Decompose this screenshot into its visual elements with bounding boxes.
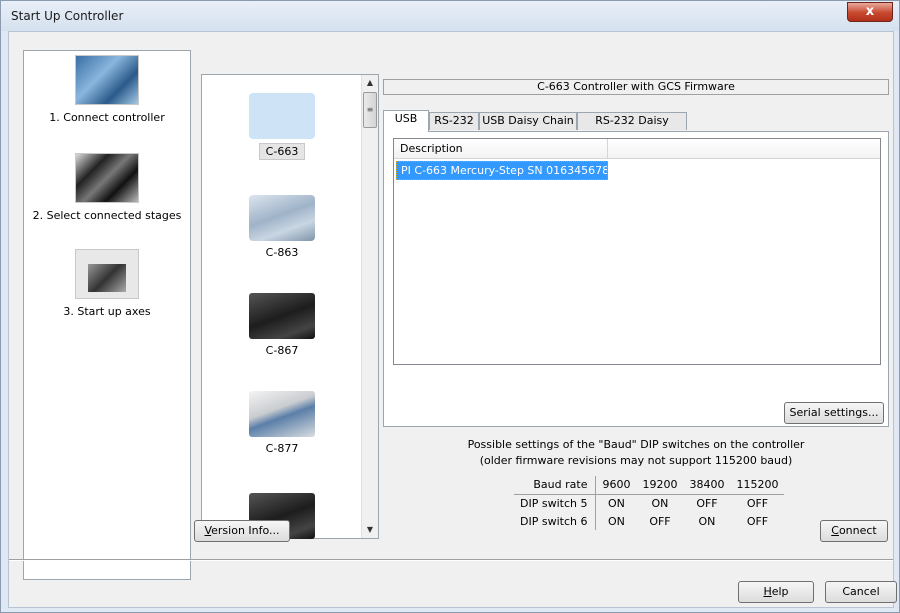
window-title: Start Up Controller [11,9,124,23]
step-label: 3. Start up axes [63,305,151,318]
help-label: elp [771,585,789,598]
steps-panel: 1. Connect controller 2. Select connecte… [23,50,191,580]
controller-name: C-663 [258,143,306,160]
baud-header-cell: 9600 [595,476,637,495]
baud-cell: ON [608,496,625,510]
step-label: 1. Connect controller [49,111,165,124]
title-bar: Start Up Controller x [1,1,899,31]
step-start-axes[interactable]: 3. Start up axes [24,249,190,318]
tab-rs232[interactable]: RS-232 [429,112,479,130]
scroll-up-icon[interactable]: ▲ [362,75,378,91]
device-list[interactable]: Description PI C-663 Mercury-Step SN 016… [393,138,881,365]
step-select-stages[interactable]: 2. Select connected stages [24,153,190,222]
controller-photo-icon [75,55,139,105]
device-list-header: Description [394,139,880,159]
baud-cell: OFF [696,496,718,510]
step-label: 2. Select connected stages [32,209,182,222]
baud-note: Possible settings of the "Baud" DIP swit… [383,437,889,469]
controller-item-c863[interactable]: C-863 [202,195,362,260]
baud-header-cell: 38400 [683,476,731,495]
connect-accesskey: C [831,524,839,537]
dialog-client-area: 1. Connect controller 2. Select connecte… [8,31,897,608]
tab-rs232-daisy-chain[interactable]: RS-232 Daisy Chain [577,112,687,143]
connect-label: onnect [838,524,877,537]
device-row[interactable]: PI C-663 Mercury-Step SN 0163456789 [396,161,608,180]
controller-banner: C-663 Controller with GCS Firmware [383,79,889,95]
controller-name: C-867 [265,344,299,357]
controller-name: C-877 [265,442,299,455]
usb-tab-panel: Description PI C-663 Mercury-Step SN 016… [383,131,889,427]
controller-c663-image [249,93,315,139]
close-icon: x [865,4,875,19]
connect-button[interactable]: Connect [820,520,888,542]
baud-cell: OFF [746,514,769,528]
tab-usb[interactable]: USB [383,110,429,132]
version-info-button[interactable]: Version Info... [194,520,290,542]
axes-chart-icon [75,249,139,299]
controller-list-scrollbar[interactable]: ▲ ≡ ▼ [361,75,378,538]
baud-cell: ON [698,514,716,528]
baud-note-line1: Possible settings of the "Baud" DIP swit… [467,438,805,451]
footer-separator [9,559,893,561]
step-connect-controller[interactable]: 1. Connect controller [24,55,190,124]
controller-c863-image [249,195,315,241]
baud-table-header-row: Baud rate 9600 19200 38400 115200 [514,476,785,495]
baud-header-cell: 19200 [636,476,684,495]
baud-dip-table: Baud rate 9600 19200 38400 115200 DIP sw… [514,476,785,530]
dialog-window: Start Up Controller x 1. Connect control… [0,0,900,613]
baud-cell: ON [608,514,625,528]
serial-settings-button[interactable]: Serial settings... [784,402,884,424]
baud-header-cell: Baud rate [514,476,597,495]
controller-item-c867[interactable]: C-867 [202,293,362,358]
baud-cell: DIP switch 5 [514,494,597,512]
baud-table-row: DIP switch 5 ON ON OFF OFF [514,494,784,512]
baud-header-cell: 115200 [730,476,785,495]
baud-note-line2: (older firmware revisions may not suppor… [479,454,793,467]
controller-c867-image [249,293,315,339]
scroll-thumb[interactable]: ≡ [363,92,377,128]
help-accesskey: H [763,585,772,598]
baud-table-row: DIP switch 6 ON OFF ON OFF [514,512,784,530]
close-button[interactable]: x [847,2,893,22]
version-info-label: ersion Info... [211,524,280,537]
baud-cell: DIP switch 6 [514,512,597,530]
baud-cell: OFF [649,514,671,528]
scroll-down-icon[interactable]: ▼ [362,522,378,538]
controller-c877-image [249,391,315,437]
controller-item-c877[interactable]: C-877 [202,391,362,456]
stages-photo-icon [75,153,139,203]
description-column-header[interactable]: Description [394,139,608,159]
baud-cell: OFF [746,496,769,510]
controller-name: C-863 [265,246,299,259]
controller-list[interactable]: C-663 C-863 C-867 C-877 ▲ ≡ ▼ [201,74,379,539]
tab-usb-daisy-chain[interactable]: USB Daisy Chain [479,112,577,130]
controller-item-c663[interactable]: C-663 [202,93,362,160]
cancel-button[interactable]: Cancel [825,581,897,603]
baud-cell: ON [651,496,669,510]
help-button[interactable]: Help [738,581,814,603]
